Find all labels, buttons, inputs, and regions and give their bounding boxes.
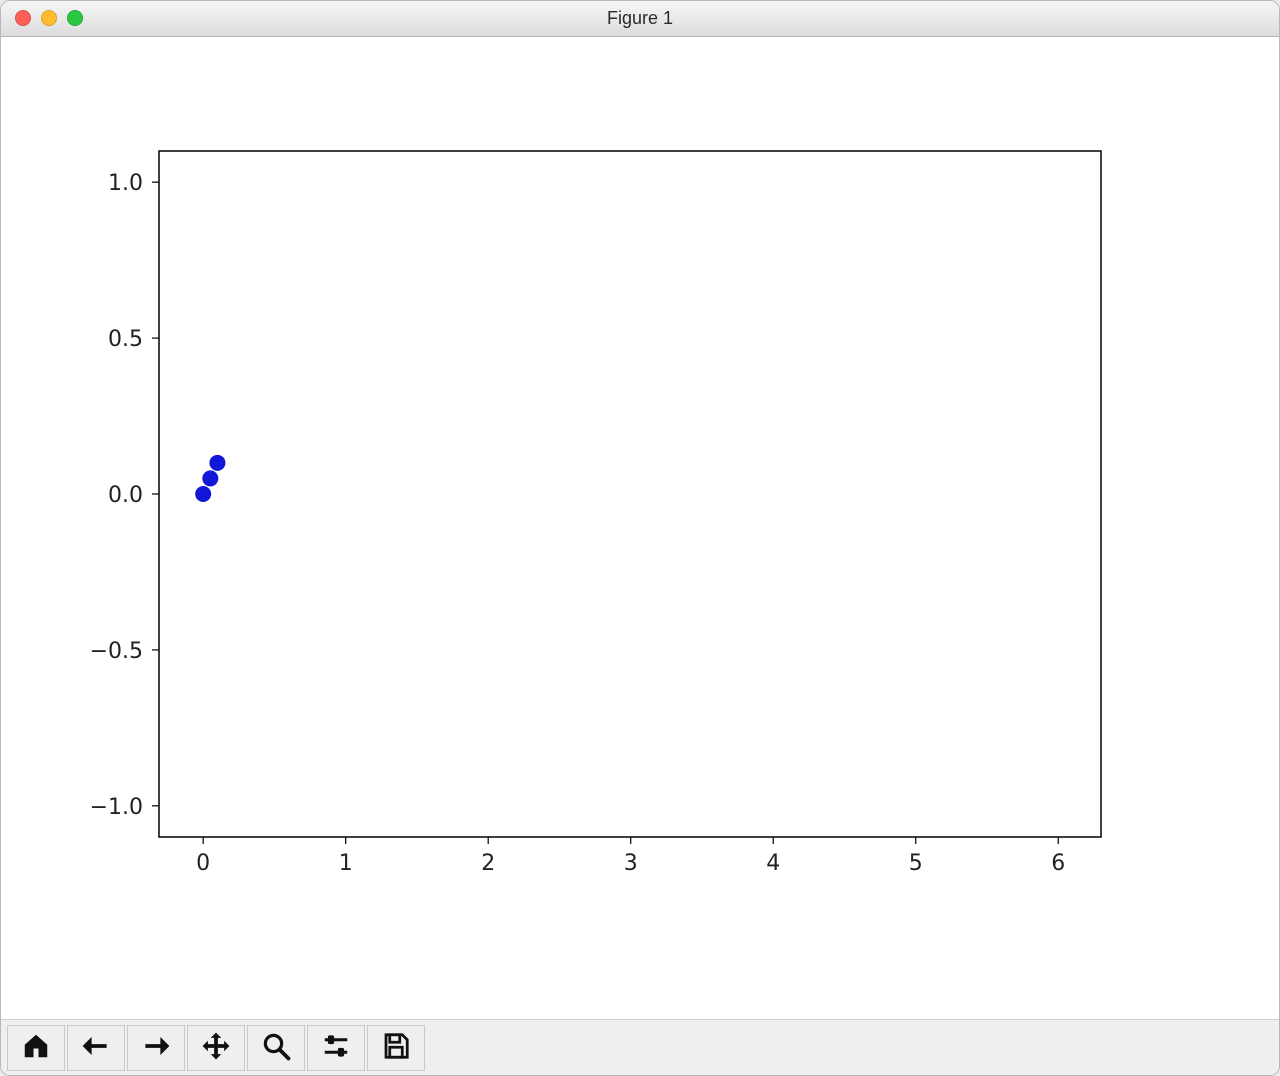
x-tick-label: 5 bbox=[909, 851, 923, 876]
search-icon bbox=[261, 1031, 291, 1064]
minimize-window-button[interactable] bbox=[41, 10, 57, 26]
x-tick-label: 2 bbox=[481, 851, 495, 876]
window-title: Figure 1 bbox=[1, 8, 1279, 29]
close-window-button[interactable] bbox=[15, 10, 31, 26]
window-traffic-lights bbox=[15, 10, 83, 26]
navigation-toolbar bbox=[1, 1019, 1279, 1075]
x-tick-label: 3 bbox=[624, 851, 638, 876]
y-tick-label: −0.5 bbox=[90, 639, 143, 664]
axes-frame bbox=[159, 151, 1101, 837]
arrow-right-icon bbox=[141, 1031, 171, 1064]
move-icon bbox=[201, 1031, 231, 1064]
titlebar: Figure 1 bbox=[1, 1, 1279, 37]
plot-canvas[interactable]: 0 1 2 3 4 5 6 −1.0 −0.5 0.0 0.5 1.0 bbox=[1, 37, 1279, 1019]
y-tick-label: −1.0 bbox=[90, 795, 143, 820]
forward-button[interactable] bbox=[127, 1025, 185, 1071]
figure-window: Figure 1 0 1 2 3 4 5 6 −1.0 −0.5 0.0 0.5 1.0 bbox=[0, 0, 1280, 1076]
sliders-icon bbox=[321, 1031, 351, 1064]
pan-button[interactable] bbox=[187, 1025, 245, 1071]
back-button[interactable] bbox=[67, 1025, 125, 1071]
x-tick-label: 0 bbox=[196, 851, 210, 876]
data-point bbox=[202, 470, 218, 486]
y-tick-label: 0.0 bbox=[108, 483, 143, 508]
x-tick-label: 4 bbox=[766, 851, 780, 876]
configure-button[interactable] bbox=[307, 1025, 365, 1071]
zoom-window-button[interactable] bbox=[67, 10, 83, 26]
save-icon bbox=[381, 1031, 411, 1064]
arrow-left-icon bbox=[81, 1031, 111, 1064]
y-tick-label: 1.0 bbox=[108, 171, 143, 196]
home-button[interactable] bbox=[7, 1025, 65, 1071]
y-tick-label: 0.5 bbox=[108, 327, 143, 352]
zoom-button[interactable] bbox=[247, 1025, 305, 1071]
data-point bbox=[209, 455, 225, 471]
save-button[interactable] bbox=[367, 1025, 425, 1071]
data-point bbox=[195, 486, 211, 502]
home-icon bbox=[21, 1031, 51, 1064]
x-tick-label: 6 bbox=[1051, 851, 1065, 876]
x-tick-label: 1 bbox=[339, 851, 353, 876]
